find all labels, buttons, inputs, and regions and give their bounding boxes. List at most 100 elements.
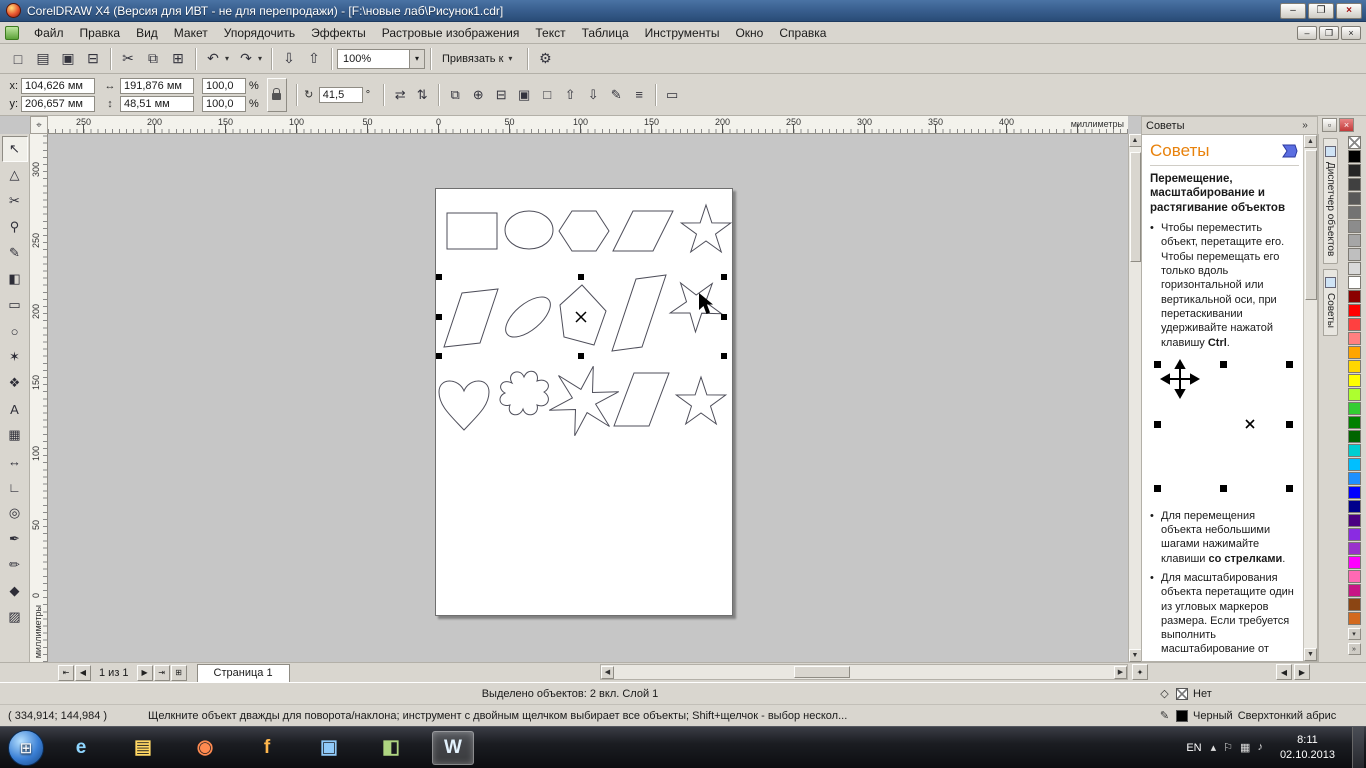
palette-scroll-left-button[interactable]: ◀: [1276, 664, 1292, 680]
fill-tool[interactable]: ◆: [2, 578, 28, 604]
shape-star[interactable]: [679, 203, 733, 254]
basic-shapes-tool[interactable]: ❖: [2, 370, 28, 396]
taskbar-save-app[interactable]: ▣: [308, 731, 350, 765]
shape-ellipse-rotated[interactable]: [499, 290, 557, 345]
palette-swatch[interactable]: [1347, 290, 1361, 303]
to-front-button[interactable]: ⇧: [559, 84, 581, 106]
palette-swatch[interactable]: [1347, 374, 1361, 387]
language-indicator[interactable]: EN: [1186, 742, 1201, 754]
drawing-canvas[interactable]: [48, 134, 1128, 662]
palette-scroll-right-button[interactable]: ▶: [1294, 664, 1310, 680]
menu-text[interactable]: Текст: [527, 23, 573, 43]
connector-tool[interactable]: ∟: [2, 474, 28, 500]
to-back-button[interactable]: ⇩: [582, 84, 604, 106]
x-position-field[interactable]: 104,626 мм: [21, 77, 95, 94]
menu-effects[interactable]: Эффекты: [303, 23, 374, 43]
hidden-icons-button[interactable]: ▴: [1211, 741, 1217, 754]
shape-parallelogram[interactable]: [612, 210, 674, 252]
palette-swatch[interactable]: [1347, 192, 1361, 205]
zoom-level-combo[interactable]: 100% ▾: [337, 48, 425, 69]
menu-table[interactable]: Таблица: [574, 23, 637, 43]
palette-swatch[interactable]: [1347, 360, 1361, 373]
clock[interactable]: 8:11 02.10.2013: [1272, 733, 1343, 762]
selection-handle[interactable]: [436, 314, 442, 320]
document-page[interactable]: [435, 188, 733, 616]
pick-tool[interactable]: ↖: [1, 136, 28, 162]
palette-swatch[interactable]: [1347, 304, 1361, 317]
menu-edit[interactable]: Правка: [72, 23, 129, 43]
dropdown-caret-icon[interactable]: ▾: [258, 54, 266, 63]
palette-swatch[interactable]: [1347, 584, 1361, 597]
docker-scrollbar[interactable]: ▲ ▼: [1303, 135, 1317, 661]
new-button[interactable]: □: [6, 47, 30, 71]
palette-swatch[interactable]: [1347, 388, 1361, 401]
menu-tools[interactable]: Инструменты: [637, 23, 728, 43]
scroll-up-button[interactable]: ▲: [1304, 135, 1317, 148]
palette-swatch[interactable]: [1347, 542, 1361, 555]
menu-layout[interactable]: Макет: [166, 23, 216, 43]
document-minimize-button[interactable]: –: [1297, 25, 1317, 40]
cut-button[interactable]: ✂: [116, 47, 140, 71]
object-width-field[interactable]: 191,876 мм: [120, 77, 194, 94]
palette-swatch[interactable]: [1347, 514, 1361, 527]
palette-swatch[interactable]: [1347, 416, 1361, 429]
palette-swatch[interactable]: [1347, 430, 1361, 443]
weld-button[interactable]: ⊕: [467, 84, 489, 106]
menu-bitmaps[interactable]: Растровые изображения: [374, 23, 528, 43]
scroll-down-button[interactable]: ▼: [1304, 648, 1317, 661]
palette-swatch[interactable]: [1347, 234, 1361, 247]
group-button[interactable]: ▣: [513, 84, 535, 106]
palette-swatch[interactable]: [1347, 528, 1361, 541]
crop-tool[interactable]: ✂: [2, 188, 28, 214]
menu-view[interactable]: Вид: [128, 23, 166, 43]
open-button[interactable]: ▤: [31, 47, 55, 71]
scroll-left-button[interactable]: ◀: [601, 665, 614, 679]
print-button[interactable]: ⊟: [81, 47, 105, 71]
rectangle-tool[interactable]: ▭: [2, 292, 28, 318]
volume-icon[interactable]: ♪: [1257, 741, 1263, 754]
scale-v-field[interactable]: 100,0: [202, 95, 246, 112]
selection-handle[interactable]: [578, 353, 584, 359]
palette-swatch[interactable]: [1347, 150, 1361, 163]
shape-parallelogram-rotated[interactable]: [443, 288, 499, 348]
blend-tool[interactable]: ◎: [2, 500, 28, 526]
menu-arrange[interactable]: Упорядочить: [216, 23, 303, 43]
interactive-fill-tool[interactable]: ▨: [2, 604, 28, 630]
close-button[interactable]: ×: [1336, 2, 1362, 19]
palette-swatch[interactable]: [1347, 164, 1361, 177]
mirror-horizontal-button[interactable]: ⇄: [389, 84, 411, 106]
scale-lock-button[interactable]: [266, 77, 287, 112]
docker-tab-object-manager[interactable]: Диспетчер объектов: [1323, 138, 1338, 265]
shape-rectangle[interactable]: [446, 212, 498, 250]
shape-blob[interactable]: [499, 370, 549, 416]
shape-star[interactable]: [674, 375, 728, 426]
ruler-origin[interactable]: ⌖: [30, 116, 48, 134]
ungroup-button[interactable]: □: [536, 84, 558, 106]
palette-swatch[interactable]: [1347, 318, 1361, 331]
palette-expand-button[interactable]: »: [1347, 643, 1361, 655]
add-page-button[interactable]: ⊞: [170, 664, 187, 681]
menu-window[interactable]: Окно: [727, 23, 771, 43]
ellipse-tool[interactable]: ○: [2, 318, 28, 344]
first-page-button[interactable]: ⇤: [58, 664, 74, 681]
table-tool[interactable]: ▦: [2, 422, 28, 448]
vertical-scrollbar[interactable]: ▲ ▼: [1128, 134, 1142, 662]
scrollbar-thumb[interactable]: [1304, 150, 1317, 300]
import-button[interactable]: ⇩: [277, 47, 301, 71]
palette-swatch[interactable]: [1347, 486, 1361, 499]
vertical-ruler[interactable]: 300 250 200 150 100 50 0 миллиметры: [30, 134, 48, 662]
object-height-field[interactable]: 48,51 мм: [120, 95, 194, 112]
shape-burst-star[interactable]: [548, 365, 620, 437]
next-page-button[interactable]: ▶: [136, 664, 153, 681]
scrollbar-thumb[interactable]: [1129, 152, 1141, 262]
palette-swatch[interactable]: [1347, 570, 1361, 583]
fill-color-swatch[interactable]: [1176, 687, 1188, 700]
minimize-button[interactable]: –: [1280, 2, 1306, 19]
palette-swatch[interactable]: [1347, 402, 1361, 415]
palette-scroll-down-button[interactable]: ▾: [1347, 628, 1361, 640]
selection-handle[interactable]: [436, 274, 442, 280]
palette-lock-button[interactable]: ✦: [1132, 664, 1148, 680]
palette-swatch[interactable]: [1347, 206, 1361, 219]
selection-handle[interactable]: [721, 314, 727, 320]
palette-swatch[interactable]: [1347, 178, 1361, 191]
